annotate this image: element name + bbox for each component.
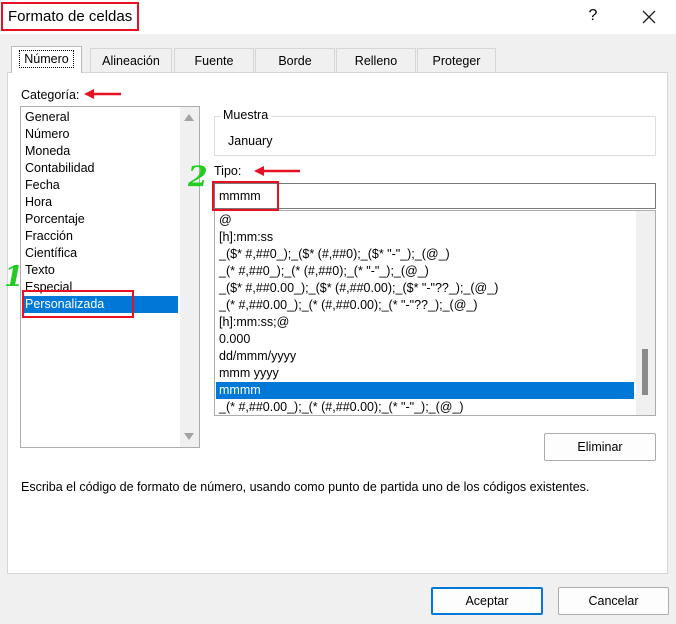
tab-numero[interactable]: Número [11, 46, 82, 73]
ok-button[interactable]: Aceptar [431, 587, 543, 615]
format-code-item[interactable]: dd/mmm/yyyy [219, 348, 296, 365]
format-code-item[interactable]: _($* #,##0_);_($* (#,##0);_($* "-"_);_(@… [219, 246, 450, 263]
format-code-item[interactable]: _($* #,##0.00_);_($* (#,##0.00);_($* "-"… [219, 280, 498, 297]
format-code-item[interactable]: [h]:mm:ss;@ [219, 314, 289, 331]
category-item-fraccion[interactable]: Fracción [25, 228, 73, 245]
type-label: Tipo: [214, 164, 242, 178]
annotation-box-type-input [212, 181, 279, 211]
cancel-button[interactable]: Cancelar [558, 587, 669, 615]
annotation-step-2: 2 [188, 160, 208, 193]
category-item-contabilidad[interactable]: Contabilidad [25, 160, 95, 177]
category-list[interactable]: General Número Moneda Contabilidad Fecha… [20, 106, 200, 448]
scrollbar-thumb[interactable] [642, 349, 648, 395]
tab-numero-label: Número [19, 50, 74, 68]
category-scrollbar[interactable] [180, 107, 199, 447]
category-item-porcentaje[interactable]: Porcentaje [25, 211, 85, 228]
help-button[interactable]: ? [583, 6, 603, 26]
tab-fuente[interactable]: Fuente [174, 48, 254, 72]
sample-label: Muestra [220, 108, 272, 122]
tab-borde[interactable]: Borde [255, 48, 335, 72]
category-item-texto[interactable]: Texto [25, 262, 55, 279]
close-button[interactable] [638, 6, 660, 28]
format-code-list[interactable]: @ [h]:mm:ss _($* #,##0_);_($* (#,##0);_(… [214, 210, 656, 416]
tab-proteger[interactable]: Proteger [417, 48, 496, 72]
tab-alineacion[interactable]: Alineación [90, 48, 172, 72]
category-item-moneda[interactable]: Moneda [25, 143, 70, 160]
format-code-item[interactable]: _(* #,##0.00_);_(* (#,##0.00);_(* "-"_);… [219, 399, 464, 415]
scroll-up-arrow-icon[interactable] [184, 114, 194, 121]
annotation-step-1: 1 [4, 260, 24, 293]
tab-relleno[interactable]: Relleno [336, 48, 416, 72]
format-code-item[interactable]: _(* #,##0.00_);_(* (#,##0.00);_(* "-"??_… [219, 297, 478, 314]
category-item-general[interactable]: General [25, 109, 69, 126]
category-item-cientifica[interactable]: Científica [25, 245, 77, 262]
title-bar: Formato de celdas ? [0, 0, 676, 34]
category-item-fecha[interactable]: Fecha [25, 177, 60, 194]
delete-button[interactable]: Eliminar [544, 433, 656, 461]
type-input[interactable]: mmmm [214, 183, 656, 209]
format-code-item[interactable]: 0.000 [219, 331, 250, 348]
format-code-item[interactable]: mmm yyyy [219, 365, 279, 382]
format-code-item[interactable]: _(* #,##0_);_(* (#,##0);_(* "-"_);_(@_) [219, 263, 429, 280]
format-code-item[interactable]: @ [219, 212, 232, 229]
category-item-numero[interactable]: Número [25, 126, 69, 143]
close-icon [642, 10, 656, 24]
annotation-box-personalizada [22, 290, 134, 318]
scroll-down-arrow-icon[interactable] [184, 433, 194, 440]
hint-text: Escriba el código de formato de número, … [21, 480, 590, 494]
window-title: Formato de celdas [1, 2, 139, 31]
sample-group [214, 116, 656, 156]
category-item-hora[interactable]: Hora [25, 194, 52, 211]
format-code-item-selected[interactable]: mmmm [216, 382, 634, 399]
category-label: Categoría: [21, 88, 80, 102]
format-code-item[interactable]: [h]:mm:ss [219, 229, 273, 246]
format-code-scrollbar[interactable] [636, 211, 655, 415]
sample-value: January [228, 134, 273, 148]
